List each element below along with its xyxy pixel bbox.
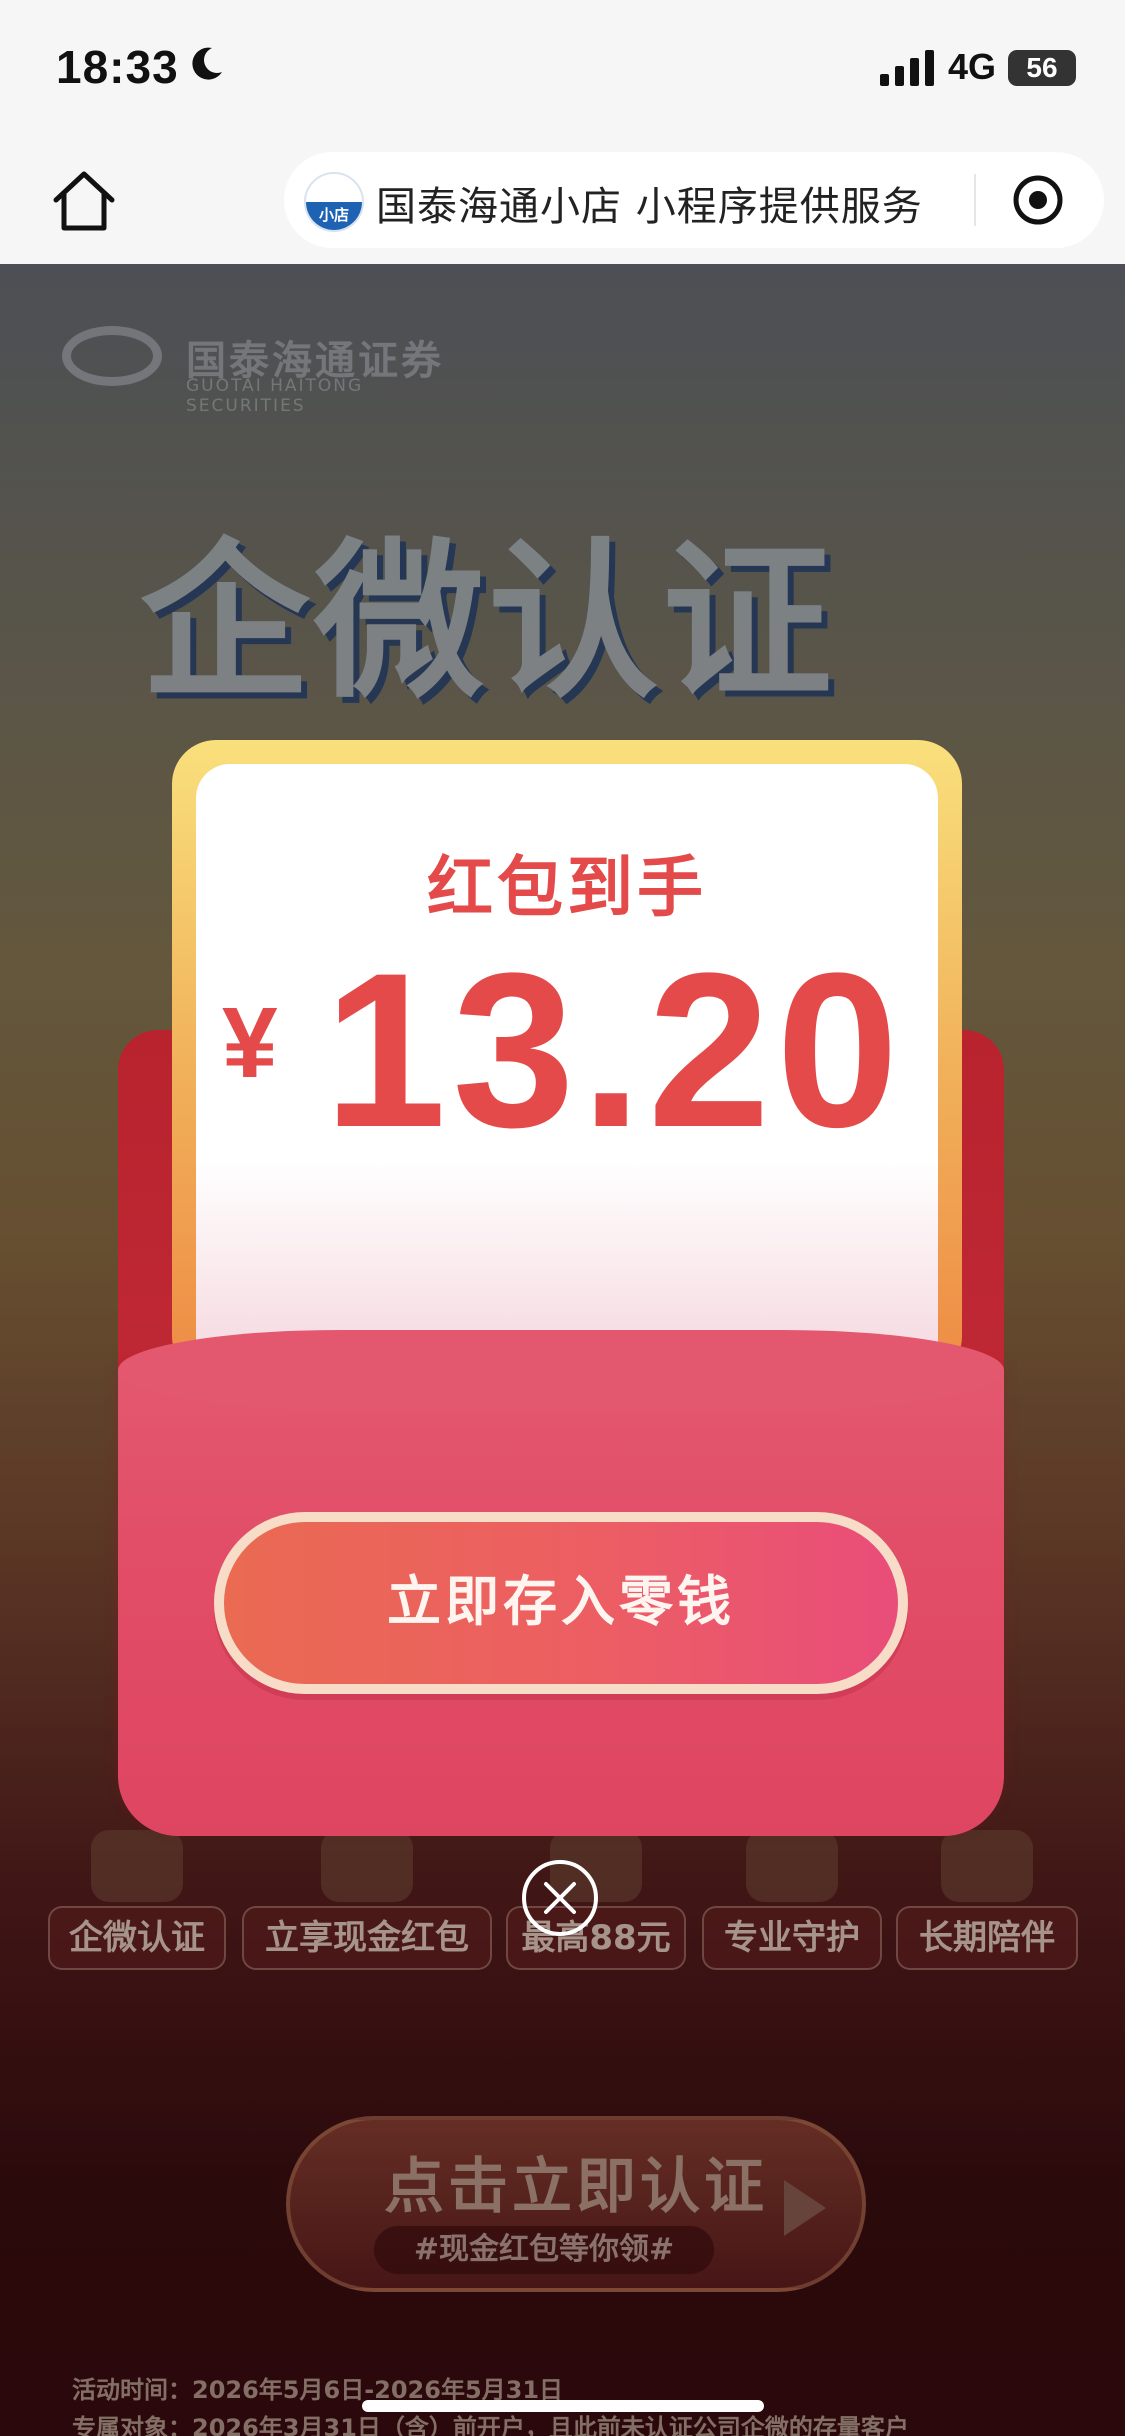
- mini-program-capsule: 小店 国泰海通小店 小程序提供服务: [284, 152, 1104, 248]
- close-icon: [544, 1882, 576, 1914]
- capsule-divider: [974, 174, 976, 226]
- deposit-button-label: 立即存入零钱: [387, 1570, 735, 1633]
- nav-bar: 小店 国泰海通小店 小程序提供服务: [0, 140, 1125, 264]
- currency-symbol: ¥: [222, 987, 278, 1099]
- mini-program-logo[interactable]: 小店: [304, 172, 364, 232]
- network-type: 4G: [948, 46, 997, 87]
- red-packet-card: 红包到手 ¥ 13.20: [196, 764, 938, 1404]
- red-packet-title: 红包到手: [427, 849, 707, 926]
- red-packet-front: 立即存入零钱: [118, 1330, 1004, 1836]
- deposit-to-balance-button[interactable]: 立即存入零钱: [214, 1512, 908, 1694]
- home-icon[interactable]: [48, 166, 120, 238]
- mini-program-title[interactable]: 国泰海通小店 小程序提供服务: [376, 174, 923, 232]
- home-indicator[interactable]: [362, 2400, 764, 2412]
- close-mini-program-icon[interactable]: [1008, 170, 1068, 230]
- status-time: 18:33: [56, 41, 179, 93]
- red-packet-amount: 13.20: [324, 927, 905, 1173]
- battery-indicator: 56: [1008, 50, 1076, 86]
- moon-icon: [192, 47, 222, 80]
- signal-icon: [880, 50, 934, 86]
- status-bar: 18:33 4G 56: [0, 0, 1125, 140]
- close-modal-button[interactable]: [522, 1860, 598, 1936]
